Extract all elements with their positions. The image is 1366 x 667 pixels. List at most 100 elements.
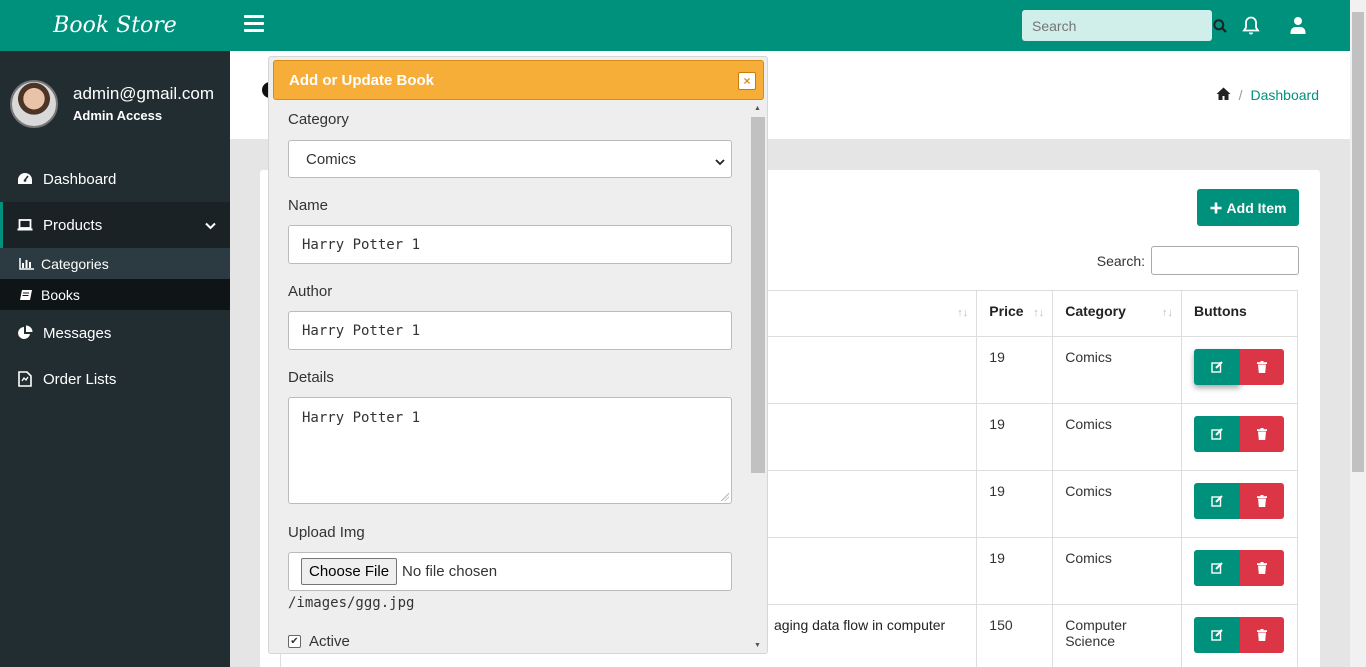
sidebar-subitem-label: Categories [41,255,109,272]
trash-icon [1256,495,1267,507]
user-icon[interactable] [1290,16,1306,37]
cell-category: Comics [1052,470,1182,538]
plus-icon [1210,202,1222,213]
sidebar-item-products[interactable]: Products [0,202,230,248]
modal-header[interactable]: Add or Update Book × [273,60,764,100]
chevron-down-icon [715,153,725,170]
scroll-down-icon[interactable]: ▼ [754,642,761,649]
chevron-down-icon [205,217,216,234]
laptop-icon [17,217,33,233]
breadcrumb: / Dashboard [1216,87,1319,103]
sidebar-subitem-label: Books [41,286,80,303]
delete-button[interactable] [1239,617,1284,653]
image-path: /images/ggg.jpg [288,595,415,611]
cell-price: 19 [976,537,1054,605]
sidebar-item-dashboard[interactable]: Dashboard [0,156,230,202]
trash-icon [1256,562,1267,574]
trash-icon [1256,629,1267,641]
modal-title: Add or Update Book [289,71,434,89]
sidebar-item-messages[interactable]: Messages [0,310,230,356]
trash-icon [1256,428,1267,440]
category-label: Category [288,111,349,128]
sidebar-item-label: Messages [43,324,112,342]
upload-label: Upload Img [288,524,365,541]
home-icon[interactable] [1216,87,1231,103]
file-status: No file chosen [402,563,498,580]
edit-icon [1211,428,1223,440]
bell-icon[interactable] [1242,16,1260,38]
user-panel: admin@gmail.com Admin Access [0,51,230,156]
avatar [10,79,58,128]
resize-handle-icon[interactable] [721,493,729,501]
table-search-input[interactable] [1151,246,1299,275]
sort-icon: ↑↓ [1161,307,1173,319]
delete-button[interactable] [1239,416,1284,452]
bar-chart-icon [19,257,35,270]
cell-category: Comics [1052,537,1182,605]
edit-icon [1211,629,1223,641]
user-email: admin@gmail.com [73,84,215,103]
table-search: Search: [1097,246,1299,275]
cell-price: 19 [976,336,1054,404]
category-select[interactable]: Comics [288,140,732,178]
cell-price: 150 [976,604,1054,667]
edit-icon [1211,562,1223,574]
column-header-category[interactable]: Category ↑↓ [1052,290,1182,337]
file-upload-input[interactable]: Choose File No file chosen [288,552,732,591]
edit-icon [1211,361,1223,373]
edit-button[interactable] [1193,550,1240,586]
delete-button[interactable] [1239,349,1284,385]
edit-button[interactable] [1193,416,1240,452]
author-input[interactable]: Harry Potter 1 [288,311,732,350]
close-icon[interactable]: × [738,72,756,90]
trash-icon [1256,361,1267,373]
search-icon[interactable] [1213,18,1227,33]
topbar [230,0,1350,51]
column-header-price[interactable]: Price ↑↓ [976,290,1054,337]
sidebar-item-order-lists[interactable]: Order Lists [0,356,230,402]
sidebar: Book Store admin@gmail.com Admin Access … [0,0,230,667]
cell-category: Comics [1052,336,1182,404]
name-label: Name [288,197,329,214]
pie-chart-icon [17,325,33,341]
name-input[interactable]: Harry Potter 1 [288,225,732,264]
active-checkbox[interactable]: ✔ [288,635,301,648]
author-label: Author [288,283,333,300]
column-header-buttons: Buttons [1180,290,1299,337]
sort-icon: ↑↓ [1033,307,1045,319]
edit-button[interactable] [1193,483,1240,519]
details-label: Details [288,369,334,386]
sort-icon: ↑↓ [957,307,969,319]
edit-icon [1211,495,1223,507]
add-item-button[interactable]: Add Item [1197,189,1299,226]
page-scrollbar[interactable] [1350,0,1366,667]
dashboard-icon [17,171,33,187]
scroll-up-icon[interactable]: ▲ [754,105,761,112]
active-label: Active [309,633,350,650]
brand-logo[interactable]: Book Store [0,0,230,51]
top-search-input[interactable] [1022,10,1213,41]
cell-category: Comics [1052,403,1182,471]
book-modal: Add or Update Book × Category Comics Nam… [268,56,768,654]
cell-category: Computer Science [1052,604,1182,667]
modal-scrollbar[interactable]: ▲ ▼ [750,103,766,653]
delete-button[interactable] [1239,550,1284,586]
sidebar-subitem-books[interactable]: Books [0,279,230,310]
sidebar-item-label: Dashboard [43,170,117,188]
sidebar-subitem-categories[interactable]: Categories [0,248,230,279]
edit-button[interactable] [1193,349,1240,385]
user-role: Admin Access [73,108,163,123]
sidebar-item-label: Order Lists [43,370,117,388]
breadcrumb-current[interactable]: Dashboard [1251,87,1320,103]
delete-button[interactable] [1239,483,1284,519]
cell-price: 19 [976,403,1054,471]
sidebar-item-label: Products [43,216,103,234]
book-icon [19,289,35,301]
active-row: ✔ Active [288,633,350,650]
choose-file-button[interactable]: Choose File [301,558,398,585]
document-icon [17,371,33,387]
top-search [1022,10,1227,41]
details-textarea[interactable]: Harry Potter 1 [288,397,732,504]
edit-button[interactable] [1193,617,1240,653]
menu-toggle-icon[interactable] [244,15,264,36]
